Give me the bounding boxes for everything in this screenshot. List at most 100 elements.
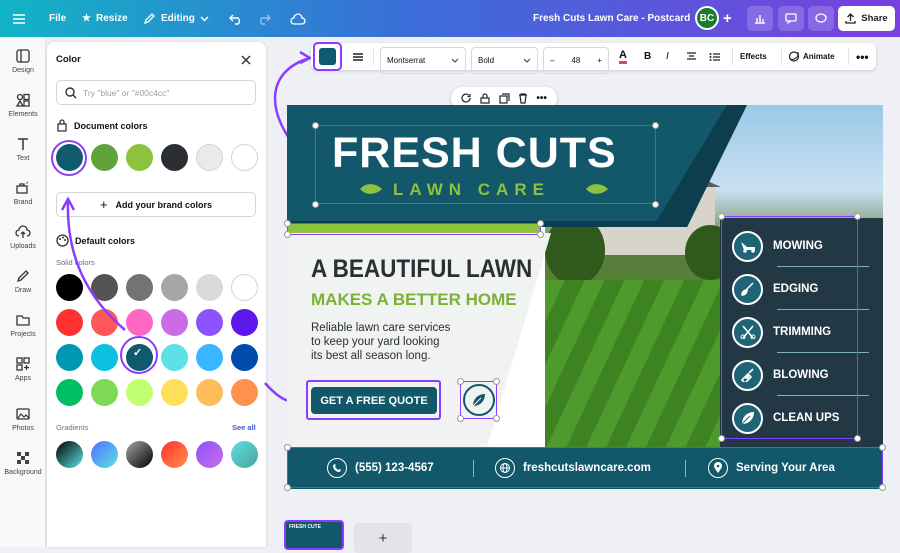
resize-handle[interactable] bbox=[457, 415, 464, 422]
more-options-button[interactable]: ••• bbox=[856, 43, 869, 70]
solid-color-swatch[interactable] bbox=[91, 274, 118, 301]
solid-color-swatch[interactable] bbox=[231, 274, 258, 301]
rail-item-projects[interactable]: Projects bbox=[0, 313, 46, 338]
resize-handle[interactable] bbox=[652, 122, 659, 129]
rail-item-photos[interactable]: Photos bbox=[0, 407, 46, 432]
line-weight-button[interactable] bbox=[352, 43, 364, 70]
tagline-sub[interactable]: MAKES A BETTER HOME bbox=[311, 290, 517, 310]
body-text[interactable]: Reliable lawn care services to keep your… bbox=[311, 321, 450, 363]
solid-color-swatch[interactable] bbox=[126, 274, 153, 301]
solid-color-swatch[interactable] bbox=[231, 344, 258, 371]
rail-item-draw[interactable]: Draw bbox=[0, 269, 46, 294]
solid-color-swatch[interactable] bbox=[231, 309, 258, 336]
add-page-button[interactable]: + bbox=[354, 523, 412, 553]
italic-button[interactable]: I bbox=[666, 43, 669, 70]
resize-handle[interactable] bbox=[312, 201, 319, 208]
rail-item-text[interactable]: Text bbox=[0, 137, 46, 162]
editing-mode-button[interactable]: Editing bbox=[143, 0, 209, 37]
tagline-main[interactable]: A BEAUTIFUL LAWN bbox=[311, 255, 532, 284]
present-button[interactable] bbox=[778, 6, 804, 31]
add-collaborator-button[interactable]: + bbox=[723, 0, 732, 37]
text-color-button[interactable]: A bbox=[619, 43, 627, 70]
resize-handle[interactable] bbox=[284, 444, 291, 451]
gradient-swatch[interactable] bbox=[56, 441, 83, 468]
font-size-stepper[interactable]: – 48 + bbox=[543, 47, 609, 74]
file-menu[interactable]: File bbox=[49, 0, 66, 37]
page-thumbnail[interactable]: FRESH CUTE bbox=[284, 520, 344, 550]
solid-color-swatch[interactable] bbox=[196, 274, 223, 301]
document-color-swatch[interactable] bbox=[231, 144, 258, 171]
solid-color-swatch[interactable] bbox=[56, 309, 83, 336]
resize-handle[interactable] bbox=[718, 435, 725, 442]
see-all-link[interactable]: See all bbox=[232, 423, 256, 432]
resize-button[interactable]: ★ Resize bbox=[82, 0, 128, 37]
document-title[interactable]: Fresh Cuts Lawn Care - Postcard bbox=[533, 0, 690, 37]
gradient-swatch[interactable] bbox=[196, 441, 223, 468]
rail-item-uploads[interactable]: Uploads bbox=[0, 225, 46, 250]
bold-button[interactable]: B bbox=[644, 43, 651, 70]
resize-handle[interactable] bbox=[854, 435, 861, 442]
solid-color-swatch[interactable] bbox=[161, 344, 188, 371]
resize-handle[interactable] bbox=[312, 122, 319, 129]
rail-item-design[interactable]: Design bbox=[0, 49, 46, 74]
resize-handle[interactable] bbox=[457, 378, 464, 385]
list-button[interactable] bbox=[709, 43, 721, 70]
solid-color-swatch[interactable] bbox=[196, 309, 223, 336]
comments-button[interactable] bbox=[808, 6, 834, 31]
resize-handle[interactable] bbox=[854, 213, 861, 220]
gradient-swatch[interactable] bbox=[161, 441, 188, 468]
insights-button[interactable] bbox=[747, 6, 773, 31]
font-weight-select[interactable]: Bold bbox=[471, 47, 538, 74]
more-icon[interactable]: ••• bbox=[536, 93, 547, 104]
solid-color-swatch[interactable] bbox=[126, 309, 153, 336]
resize-handle[interactable] bbox=[284, 220, 291, 227]
solid-color-swatch[interactable] bbox=[91, 344, 118, 371]
solid-color-swatch[interactable] bbox=[161, 274, 188, 301]
document-color-swatch[interactable] bbox=[126, 144, 153, 171]
resize-handle[interactable] bbox=[284, 484, 291, 491]
solid-color-swatch[interactable] bbox=[56, 274, 83, 301]
solid-color-swatch[interactable] bbox=[91, 379, 118, 406]
undo-button[interactable] bbox=[229, 0, 243, 37]
solid-color-swatch[interactable] bbox=[196, 379, 223, 406]
rail-item-background[interactable]: Background bbox=[0, 451, 46, 476]
duplicate-icon[interactable] bbox=[499, 93, 510, 104]
gradient-swatch[interactable] bbox=[91, 441, 118, 468]
solid-color-swatch[interactable] bbox=[161, 309, 188, 336]
rotate-icon[interactable] bbox=[461, 93, 472, 104]
resize-handle[interactable] bbox=[537, 231, 544, 238]
font-family-select[interactable]: Montserrat bbox=[380, 47, 466, 74]
share-button[interactable]: Share bbox=[838, 6, 895, 31]
solid-color-swatch[interactable] bbox=[126, 379, 153, 406]
solid-color-swatch[interactable] bbox=[56, 344, 83, 371]
color-search-input[interactable]: Try "blue" or "#00c4cc" bbox=[56, 80, 256, 105]
resize-handle[interactable] bbox=[493, 415, 500, 422]
solid-color-swatch[interactable] bbox=[56, 379, 83, 406]
lock-icon[interactable] bbox=[480, 93, 491, 104]
resize-handle[interactable] bbox=[284, 231, 291, 238]
solid-color-swatch[interactable] bbox=[161, 379, 188, 406]
resize-handle[interactable] bbox=[718, 213, 725, 220]
solid-color-swatch[interactable] bbox=[91, 309, 118, 336]
close-panel-button[interactable] bbox=[240, 53, 252, 71]
resize-handle[interactable] bbox=[879, 484, 886, 491]
menu-button[interactable] bbox=[12, 0, 26, 37]
animate-button[interactable]: Animate bbox=[788, 43, 835, 70]
effects-button[interactable]: Effects bbox=[740, 43, 767, 70]
document-color-swatch[interactable] bbox=[91, 144, 118, 171]
avatar[interactable]: BC bbox=[695, 6, 719, 30]
trash-icon[interactable] bbox=[518, 93, 528, 104]
gradient-swatch[interactable] bbox=[231, 441, 258, 468]
font-size-value[interactable]: 48 bbox=[571, 56, 580, 65]
solid-color-swatch[interactable] bbox=[196, 344, 223, 371]
cloud-save-button[interactable] bbox=[290, 0, 306, 37]
rail-item-brand[interactable]: * Brand bbox=[0, 181, 46, 206]
add-brand-colors-button[interactable]: + Add your brand colors bbox=[56, 192, 256, 217]
increase-size-button[interactable]: + bbox=[597, 56, 602, 65]
resize-handle[interactable] bbox=[652, 201, 659, 208]
document-color-swatch[interactable] bbox=[161, 144, 188, 171]
gradient-swatch[interactable] bbox=[126, 441, 153, 468]
decrease-size-button[interactable]: – bbox=[550, 56, 554, 65]
document-color-swatch[interactable] bbox=[196, 144, 223, 171]
resize-handle[interactable] bbox=[493, 378, 500, 385]
